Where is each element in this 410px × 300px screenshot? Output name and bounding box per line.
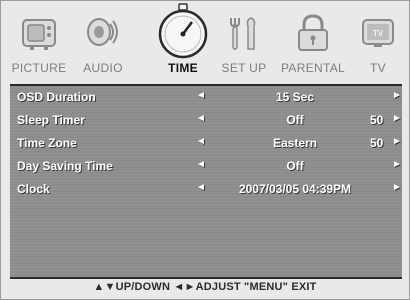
tab-label-audio: AUDIO: [83, 61, 123, 75]
setting-label: Clock: [17, 182, 50, 196]
tv-set-icon: [22, 19, 56, 50]
arrow-left-icon[interactable]: ◄: [196, 182, 206, 193]
setting-label: Sleep Timer: [17, 113, 85, 127]
tab-time[interactable]: TIME: [150, 0, 216, 84]
arrow-right-icon[interactable]: ►: [392, 159, 402, 170]
setting-label: OSD Duration: [17, 90, 96, 104]
setting-value: Off: [286, 113, 304, 127]
svg-text:TV: TV: [373, 29, 384, 38]
time-settings-panel: OSD Duration ◄ 15 Sec ► Sleep Timer ◄ Of…: [10, 84, 402, 279]
setting-value: 2007/03/05 04:39PM: [238, 182, 352, 196]
setting-value: 15 Sec: [275, 90, 315, 104]
setting-label: Day Saving Time: [17, 159, 113, 173]
setting-row-clock[interactable]: Clock ◄ 2007/03/05 04:39PM ►: [10, 178, 402, 201]
navigation-hint: ▲▼UP/DOWN ◄►ADJUST "MENU" EXIT: [93, 281, 317, 293]
stopwatch-icon: [158, 3, 208, 59]
setting-row-day-saving-time[interactable]: Day Saving Time ◄ Off ►: [10, 155, 402, 178]
tools-icon: [230, 17, 256, 50]
tab-label-parental: PARENTAL: [281, 61, 345, 75]
arrow-right-icon[interactable]: ►: [392, 182, 402, 193]
setting-row-osd-duration[interactable]: OSD Duration ◄ 15 Sec ►: [10, 86, 402, 109]
padlock-icon: [298, 14, 328, 51]
tab-parental[interactable]: PARENTAL: [274, 0, 352, 84]
arrow-left-icon[interactable]: ◄: [196, 113, 206, 124]
setting-row-sleep-timer[interactable]: Sleep Timer ◄ Off 50 ►: [10, 109, 402, 132]
setting-number: 50: [370, 113, 384, 127]
setting-number: 50: [370, 136, 384, 150]
arrow-right-icon[interactable]: ►: [392, 136, 402, 147]
setting-value: Eastern: [272, 136, 318, 150]
tab-setup[interactable]: SET UP: [214, 0, 274, 84]
setting-label: Time Zone: [17, 136, 77, 150]
tab-picture[interactable]: PICTURE: [4, 0, 74, 84]
speaker-icon: [87, 18, 118, 46]
setting-value: Off: [286, 159, 304, 173]
arrow-left-icon[interactable]: ◄: [196, 136, 206, 147]
tab-label-time: TIME: [168, 61, 198, 75]
tv-screen-icon: TV: [362, 19, 394, 47]
tab-label-tv: TV: [370, 61, 386, 75]
tab-tv[interactable]: TV TV: [354, 0, 402, 84]
tab-label-picture: PICTURE: [11, 61, 67, 75]
tab-audio[interactable]: AUDIO: [76, 0, 130, 84]
menu-tab-bar: PICTURE AUDIO TIME SET UP PARENTAL TV TV: [0, 0, 410, 84]
arrow-left-icon[interactable]: ◄: [196, 90, 206, 101]
arrow-right-icon[interactable]: ►: [392, 90, 402, 101]
arrow-left-icon[interactable]: ◄: [196, 159, 206, 170]
arrow-right-icon[interactable]: ►: [392, 113, 402, 124]
tab-label-setup: SET UP: [221, 61, 267, 75]
setting-row-time-zone[interactable]: Time Zone ◄ Eastern 50 ►: [10, 132, 402, 155]
